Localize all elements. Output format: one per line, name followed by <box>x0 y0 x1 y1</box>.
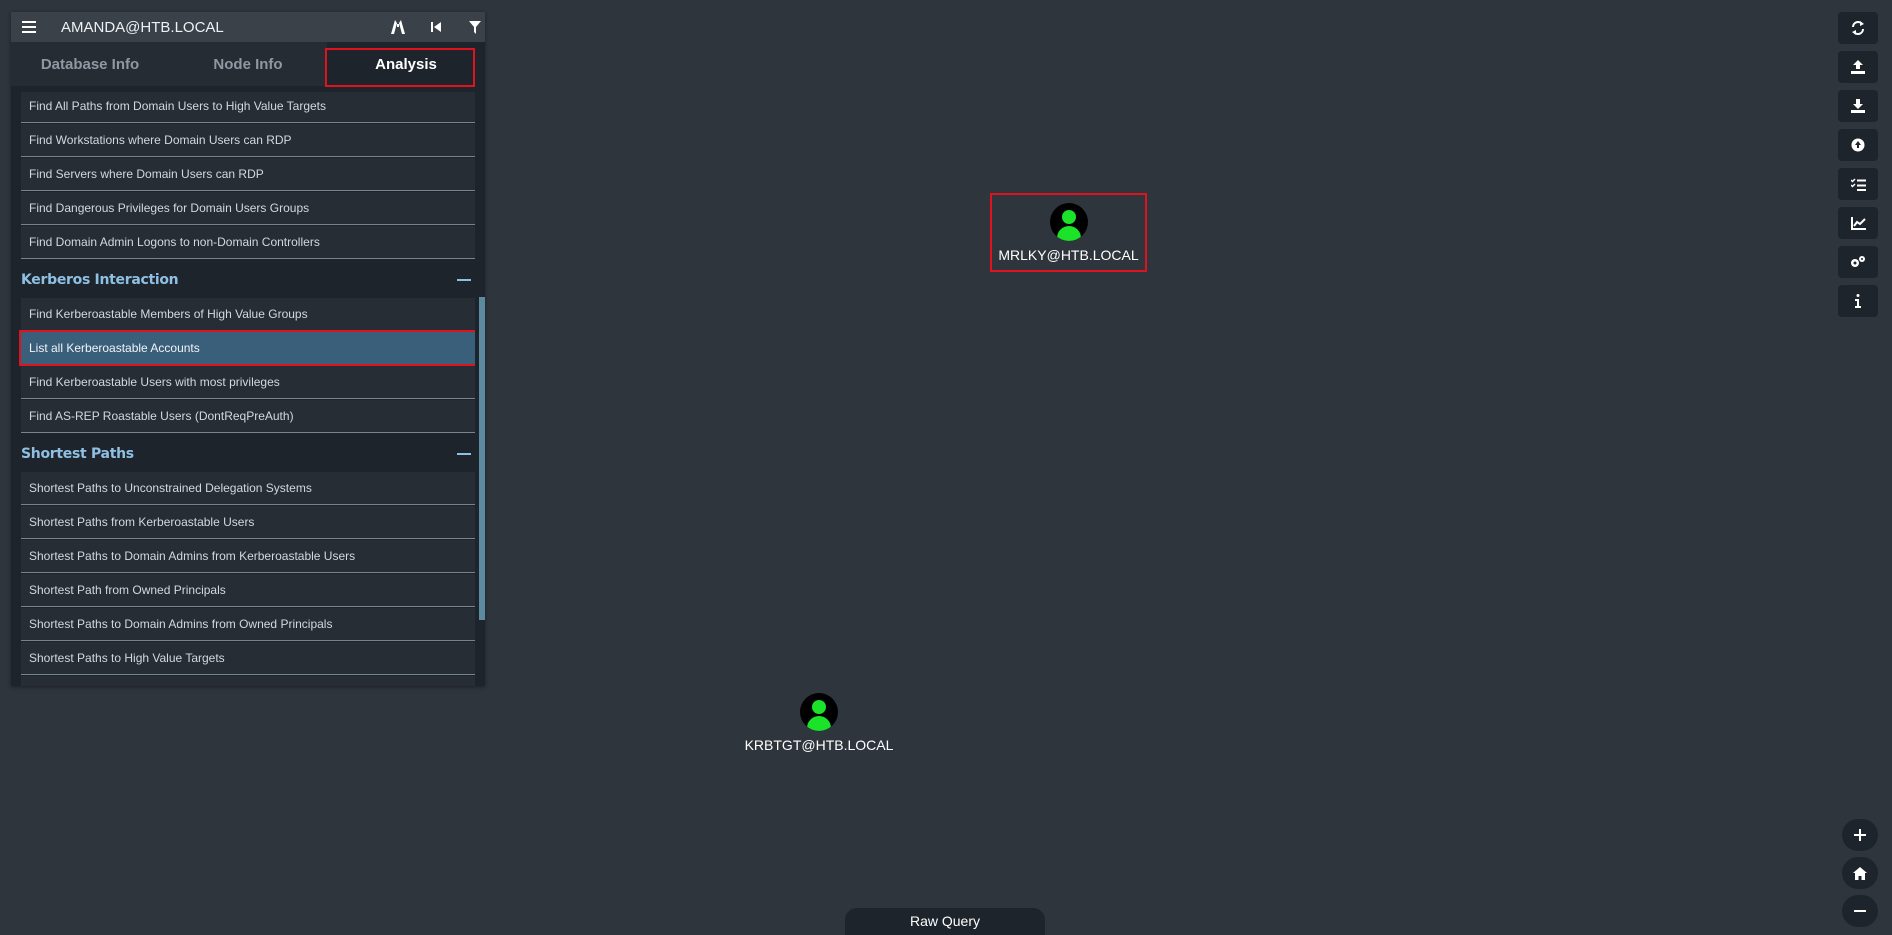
query-item[interactable]: Find Domain Admin Logons to non-Domain C… <box>21 226 475 259</box>
node-label: KRBTGT@HTB.LOCAL <box>744 737 894 753</box>
info-icon[interactable] <box>1838 285 1878 317</box>
query-item[interactable]: Find Servers where Domain Users can RDP <box>21 158 475 191</box>
refresh-icon[interactable] <box>1838 12 1878 44</box>
queue-icon[interactable] <box>1838 168 1878 200</box>
query-item[interactable]: Shortest Path from Owned Principals <box>21 574 475 607</box>
analysis-panel: AMANDA@HTB.LOCAL Database Info Node Info… <box>11 12 485 686</box>
node-label: MRLKY@HTB.LOCAL <box>998 247 1139 263</box>
chart-icon[interactable] <box>1838 207 1878 239</box>
selected-query-highlight <box>19 330 475 366</box>
section-shortest-paths[interactable]: Shortest Paths <box>21 436 475 472</box>
download-icon[interactable] <box>1838 90 1878 122</box>
user-node-icon <box>1049 203 1088 241</box>
current-user-label: AMANDA@HTB.LOCAL <box>61 19 224 36</box>
zoom-out-icon[interactable] <box>1842 895 1878 927</box>
settings-icon[interactable] <box>1838 246 1878 278</box>
upload-circle-icon[interactable] <box>1838 129 1878 161</box>
query-item[interactable]: Find Kerberoastable Users with most priv… <box>21 366 475 399</box>
menu-icon[interactable] <box>11 12 47 42</box>
back-icon[interactable] <box>422 16 450 38</box>
collapse-icon[interactable] <box>457 453 471 455</box>
zoom-in-icon[interactable] <box>1842 819 1878 851</box>
query-item[interactable]: Shortest Paths to Unconstrained Delegati… <box>21 472 475 505</box>
query-item[interactable]: Shortest Paths to Domain Admins from Own… <box>21 608 475 641</box>
graph-node-krbtgt[interactable]: KRBTGT@HTB.LOCAL <box>740 693 898 753</box>
query-item[interactable]: Shortest Paths to High Value Targets <box>21 642 475 675</box>
tab-analysis[interactable]: Analysis <box>327 42 485 86</box>
tab-node-info[interactable]: Node Info <box>169 42 327 86</box>
collapse-icon[interactable] <box>457 279 471 281</box>
section-title: Kerberos Interaction <box>21 272 179 288</box>
filter-icon[interactable] <box>461 16 485 38</box>
user-node-icon <box>800 693 838 731</box>
tab-bar: Database Info Node Info Analysis <box>11 42 485 86</box>
query-item[interactable]: Shortest Paths to Domain Admins from Ker… <box>21 540 475 573</box>
tab-database-info[interactable]: Database Info <box>11 42 169 86</box>
raw-query-button[interactable]: Raw Query <box>845 908 1045 935</box>
query-item[interactable]: Shortest Paths from Kerberoastable Users <box>21 506 475 539</box>
scrollbar-thumb[interactable] <box>479 297 485 620</box>
graph-node-mrlky[interactable]: MRLKY@HTB.LOCAL <box>990 203 1147 263</box>
analysis-query-list: Find All Paths from Domain Users to High… <box>11 92 475 686</box>
query-item[interactable]: Find AS-REP Roastable Users (DontReqPreA… <box>21 400 475 433</box>
upload-icon[interactable] <box>1838 51 1878 83</box>
panel-header: AMANDA@HTB.LOCAL <box>11 12 485 42</box>
query-item[interactable] <box>21 676 475 686</box>
home-icon[interactable] <box>1842 857 1878 889</box>
query-item[interactable]: Find Kerberoastable Members of High Valu… <box>21 298 475 331</box>
query-item[interactable]: Find All Paths from Domain Users to High… <box>21 92 475 123</box>
pathfinding-icon[interactable] <box>384 16 412 38</box>
query-item[interactable]: Find Workstations where Domain Users can… <box>21 124 475 157</box>
query-item[interactable]: Find Dangerous Privileges for Domain Use… <box>21 192 475 225</box>
section-kerberos-interaction[interactable]: Kerberos Interaction <box>21 262 475 298</box>
section-title: Shortest Paths <box>21 446 134 462</box>
